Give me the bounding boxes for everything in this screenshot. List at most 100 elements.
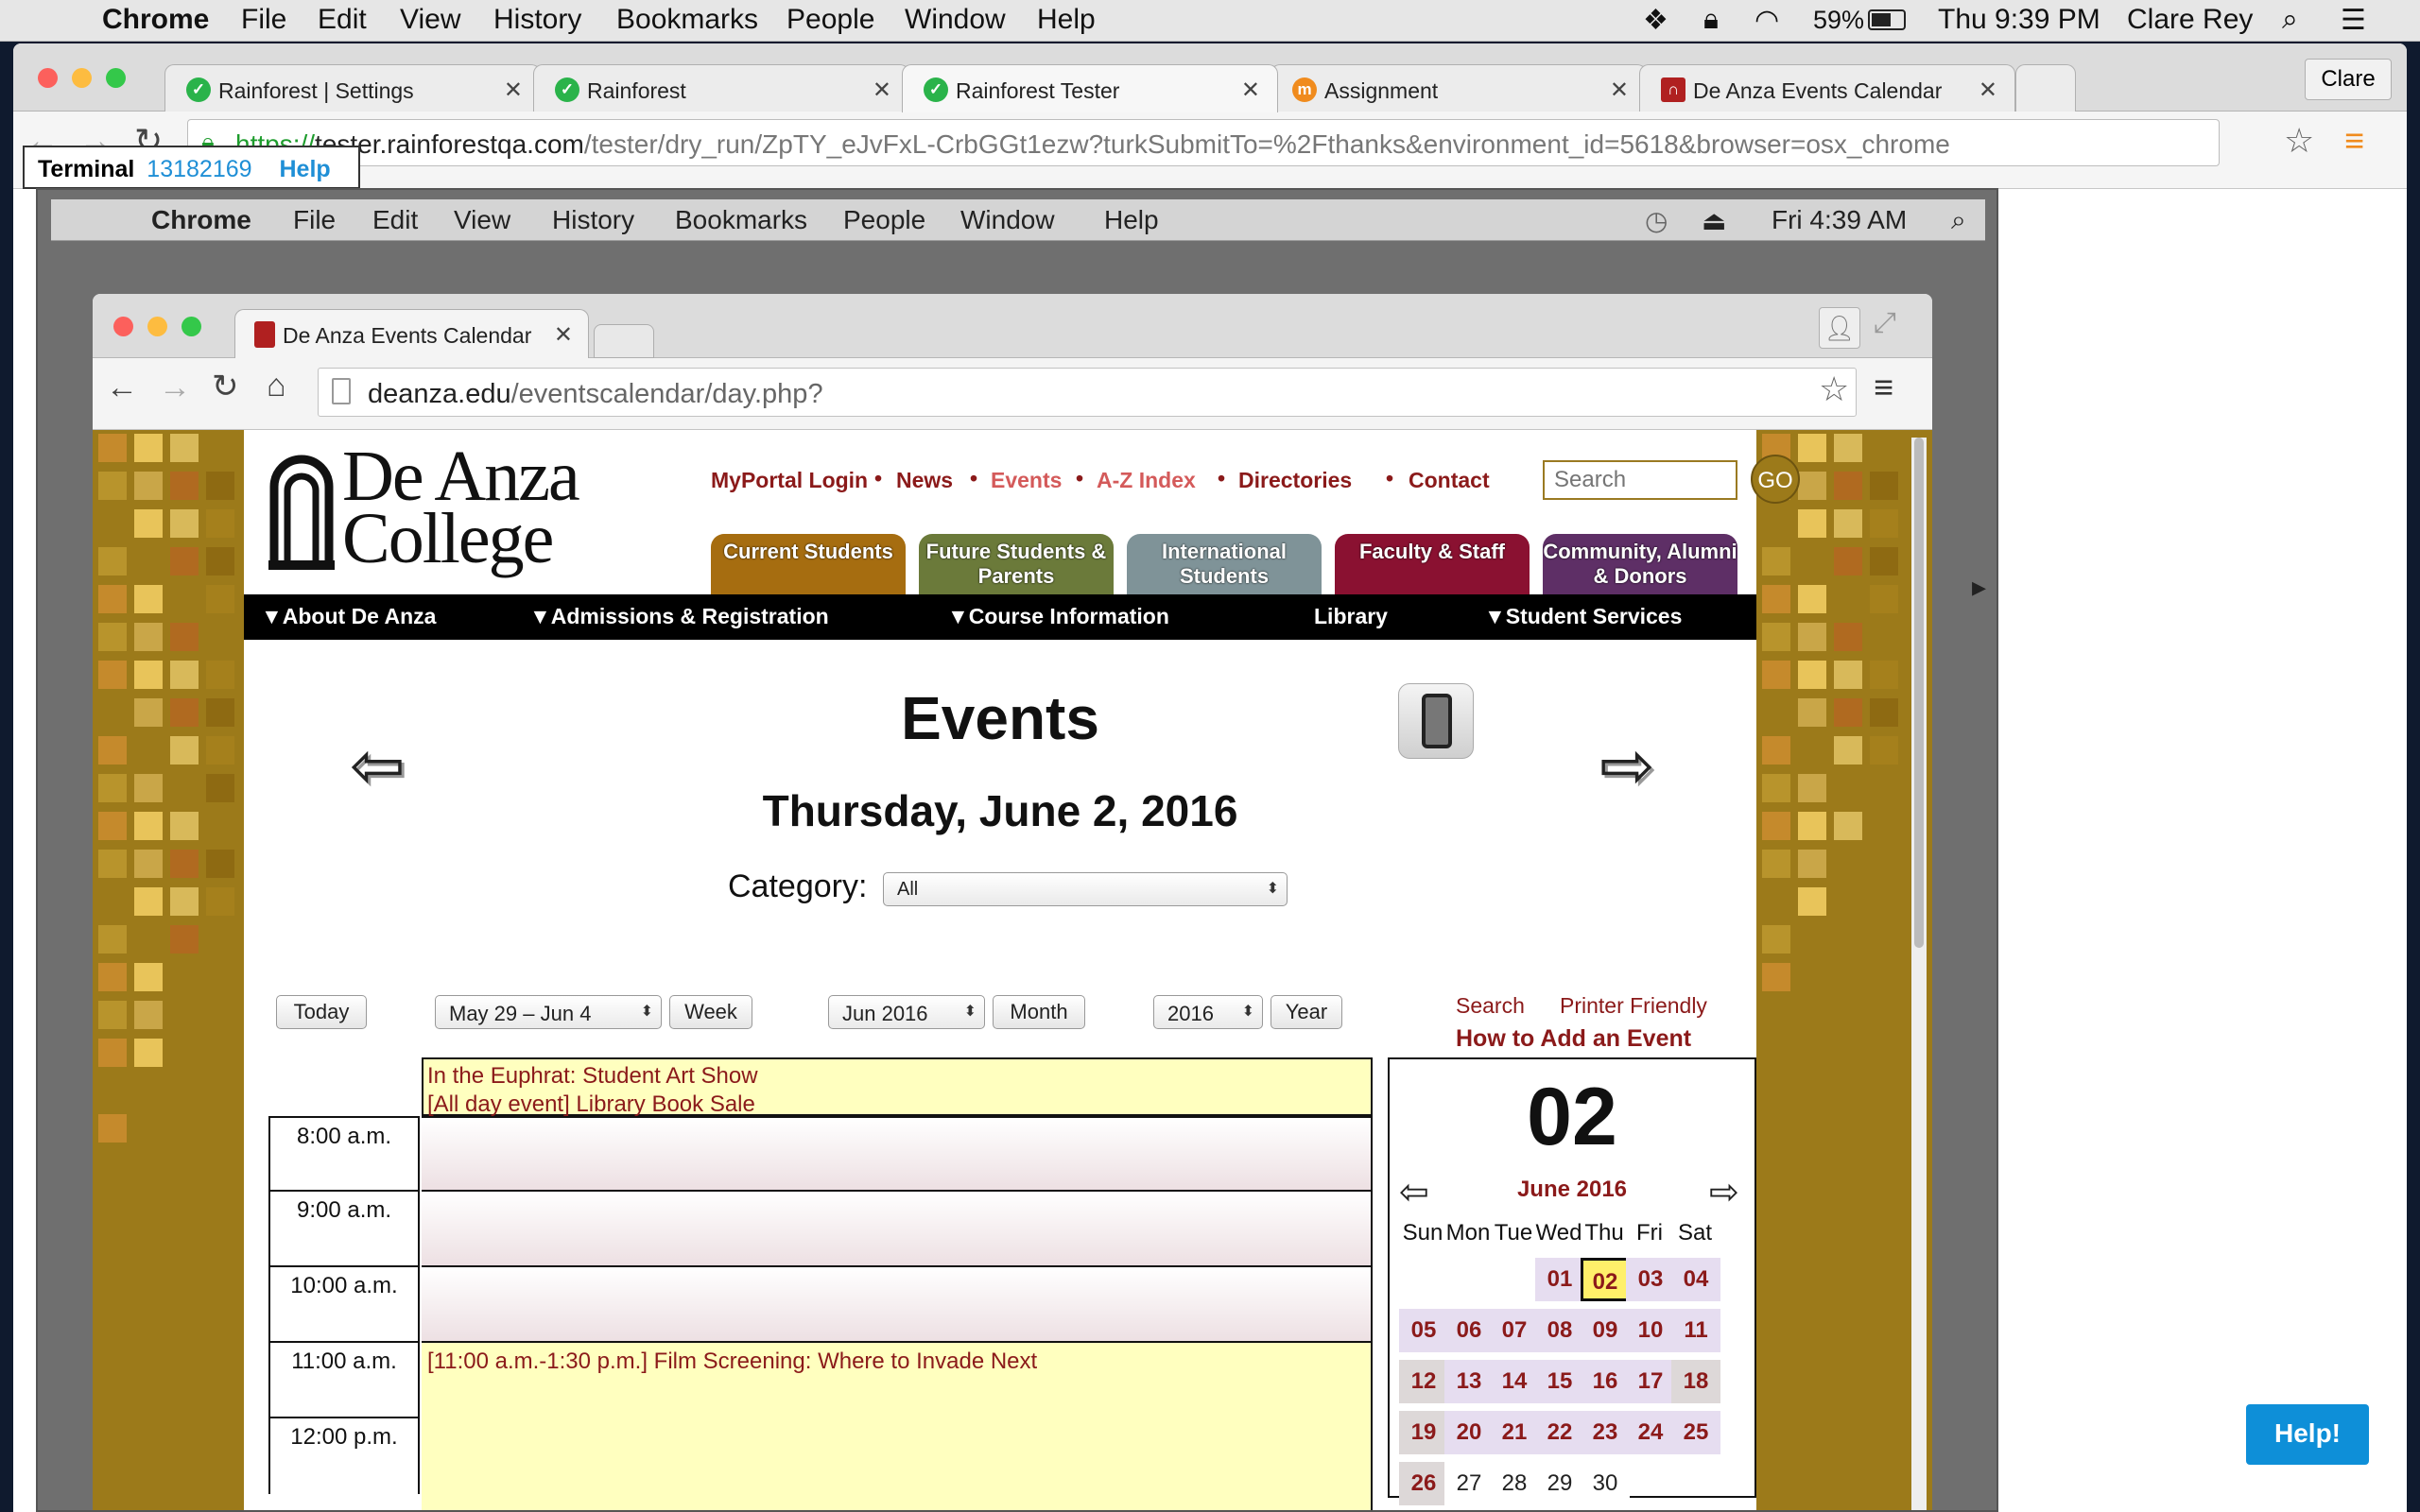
time-slot[interactable] — [422, 1116, 1373, 1192]
printer-friendly-link[interactable]: Printer Friendly — [1560, 993, 1707, 1019]
top-link-news[interactable]: News — [896, 468, 953, 493]
calendar-day[interactable]: 02 — [1581, 1258, 1630, 1301]
person-icon[interactable]: 👤︎ — [1819, 307, 1860, 349]
remote-screen[interactable]: Chrome File Edit View History Bookmarks … — [36, 188, 1998, 1512]
calendar-day[interactable]: 19 — [1399, 1411, 1448, 1454]
inner-tab-deanza-events[interactable]: De Anza Events Calendar ✕ — [234, 309, 589, 359]
calendar-day[interactable]: 23 — [1581, 1411, 1630, 1454]
menubar-clock[interactable]: Thu 9:39 PM — [1938, 4, 2100, 36]
add-event-link[interactable]: How to Add an Event — [1456, 1025, 1691, 1053]
notification-center-icon[interactable]: ☰ — [2341, 4, 2366, 37]
menu-history[interactable]: History — [493, 4, 581, 36]
calendar-day[interactable]: 12 — [1399, 1360, 1448, 1403]
close-tab-icon[interactable]: ✕ — [1241, 77, 1260, 104]
mini-calendar-month[interactable]: June 2016 — [1390, 1177, 1754, 1203]
mobile-phone-icon[interactable] — [1398, 683, 1474, 759]
new-tab-button[interactable] — [594, 324, 654, 358]
eject-icon[interactable]: ⏏ — [1702, 205, 1726, 236]
minimize-window-icon[interactable] — [147, 317, 167, 336]
calendar-day[interactable]: 30 — [1581, 1462, 1630, 1505]
outer-tab-assignment[interactable]: m Assignment ✕ — [1270, 64, 1647, 112]
tab-current-students[interactable]: Current Students — [711, 534, 906, 594]
close-tab-icon[interactable]: ✕ — [554, 321, 573, 349]
menu-app-name[interactable]: Chrome — [102, 4, 209, 36]
menu-help[interactable]: Help — [1037, 4, 1096, 36]
inner-menu-view[interactable]: View — [454, 205, 510, 235]
spotlight-icon[interactable]: ⌕ — [2282, 4, 2298, 36]
inner-menu-edit[interactable]: Edit — [372, 205, 418, 235]
college-arch-logo-icon[interactable] — [268, 443, 335, 572]
fullscreen-icon[interactable]: ⤢ — [1874, 307, 1896, 339]
calendar-day[interactable]: 06 — [1444, 1309, 1494, 1352]
nav-course-info[interactable]: ▼Course Information — [947, 604, 1169, 629]
calendar-day[interactable]: 21 — [1490, 1411, 1539, 1454]
terminal-help-link[interactable]: Help — [279, 156, 330, 182]
year-button[interactable]: Year — [1270, 995, 1342, 1029]
category-select[interactable]: All ⬍ — [883, 872, 1288, 906]
event-film-screening[interactable]: [11:00 a.m.-1:30 p.m.] Film Screening: W… — [427, 1349, 1037, 1375]
calendar-day[interactable]: 14 — [1490, 1360, 1539, 1403]
inner-menu-file[interactable]: File — [293, 205, 336, 235]
help-button[interactable]: Help! — [2246, 1404, 2369, 1465]
calendar-day[interactable]: 01 — [1535, 1258, 1584, 1301]
inner-menu-bookmarks[interactable]: Bookmarks — [675, 205, 807, 235]
forward-icon[interactable]: → — [159, 369, 191, 406]
outer-tab-rainforest-settings[interactable]: ✓ Rainforest | Settings ✕ — [164, 64, 541, 112]
calendar-day[interactable]: 11 — [1671, 1309, 1720, 1352]
calendar-day[interactable]: 09 — [1581, 1309, 1630, 1352]
calendar-day[interactable]: 05 — [1399, 1309, 1448, 1352]
outer-tab-rainforest[interactable]: ✓ Rainforest ✕ — [533, 64, 909, 112]
menu-window[interactable]: Window — [905, 4, 1006, 36]
calendar-day[interactable]: 26 — [1399, 1462, 1448, 1505]
calendar-day[interactable]: 25 — [1671, 1411, 1720, 1454]
zoom-window-icon[interactable] — [106, 68, 126, 88]
search-events-link[interactable]: Search — [1456, 993, 1525, 1019]
week-button[interactable]: Week — [669, 995, 752, 1029]
calendar-day[interactable]: 18 — [1671, 1360, 1720, 1403]
bookmark-star-icon[interactable]: ☆ — [1819, 369, 1849, 409]
month-button[interactable]: Month — [993, 995, 1085, 1029]
profile-button[interactable]: Clare — [2305, 59, 2392, 100]
outer-address-bar[interactable]: 🔒︎ https://tester.rainforestqa.com/teste… — [187, 119, 2220, 166]
inner-menu-window[interactable]: Window — [960, 205, 1055, 235]
minimize-window-icon[interactable] — [72, 68, 92, 88]
spotlight-icon[interactable]: ⌕ — [1951, 205, 1966, 236]
today-button[interactable]: Today — [276, 995, 367, 1029]
inner-menubar-clock[interactable]: Fri 4:39 AM — [1772, 205, 1907, 235]
new-tab-button[interactable] — [2015, 64, 2076, 112]
nav-admissions[interactable]: ▼Admissions & Registration — [529, 604, 829, 629]
all-day-event-art-show[interactable]: In the Euphrat: Student Art Show — [427, 1063, 758, 1090]
top-link-directories[interactable]: Directories — [1238, 468, 1352, 493]
back-icon[interactable]: ← — [106, 369, 138, 406]
page-scrollbar[interactable] — [1911, 438, 1927, 1510]
tab-faculty-staff[interactable]: Faculty & Staff — [1335, 534, 1530, 594]
menubar-user[interactable]: Clare Rey — [2127, 4, 2253, 36]
search-go-button[interactable]: GO — [1751, 455, 1800, 504]
top-link-contact[interactable]: Contact — [1409, 468, 1490, 493]
inner-menu-help[interactable]: Help — [1104, 205, 1159, 235]
inner-address-bar[interactable]: deanza.edu/eventscalendar/day.php? — [318, 368, 1857, 417]
chrome-menu-icon[interactable]: ≡ — [2344, 121, 2364, 161]
year-select[interactable]: 2016 ⬍ — [1153, 995, 1263, 1029]
calendar-day[interactable]: 16 — [1581, 1360, 1630, 1403]
nav-about[interactable]: ▼About De Anza — [261, 604, 436, 629]
zoom-window-icon[interactable] — [182, 317, 201, 336]
calendar-day[interactable]: 04 — [1671, 1258, 1720, 1301]
calendar-day[interactable]: 13 — [1444, 1360, 1494, 1403]
tab-community-alumni[interactable]: Community, Alumni & Donors — [1543, 534, 1737, 594]
calendar-day[interactable]: 17 — [1626, 1360, 1675, 1403]
time-slot[interactable] — [422, 1267, 1373, 1343]
close-tab-icon[interactable]: ✕ — [873, 77, 891, 104]
month-select[interactable]: Jun 2016 ⬍ — [828, 995, 985, 1029]
menu-file[interactable]: File — [241, 4, 286, 36]
nav-library[interactable]: Library — [1314, 604, 1388, 629]
calendar-day[interactable]: 29 — [1535, 1462, 1584, 1505]
top-link-events[interactable]: Events — [991, 468, 1062, 493]
menu-people[interactable]: People — [786, 4, 874, 36]
inner-menu-people[interactable]: People — [843, 205, 925, 235]
week-range-select[interactable]: May 29 – Jun 4 ⬍ — [435, 995, 662, 1029]
calendar-day[interactable]: 28 — [1490, 1462, 1539, 1505]
bookmark-star-icon[interactable]: ☆ — [2284, 121, 2314, 161]
reload-icon[interactable]: ↻ — [212, 368, 239, 405]
close-tab-icon[interactable]: ✕ — [1610, 77, 1629, 104]
